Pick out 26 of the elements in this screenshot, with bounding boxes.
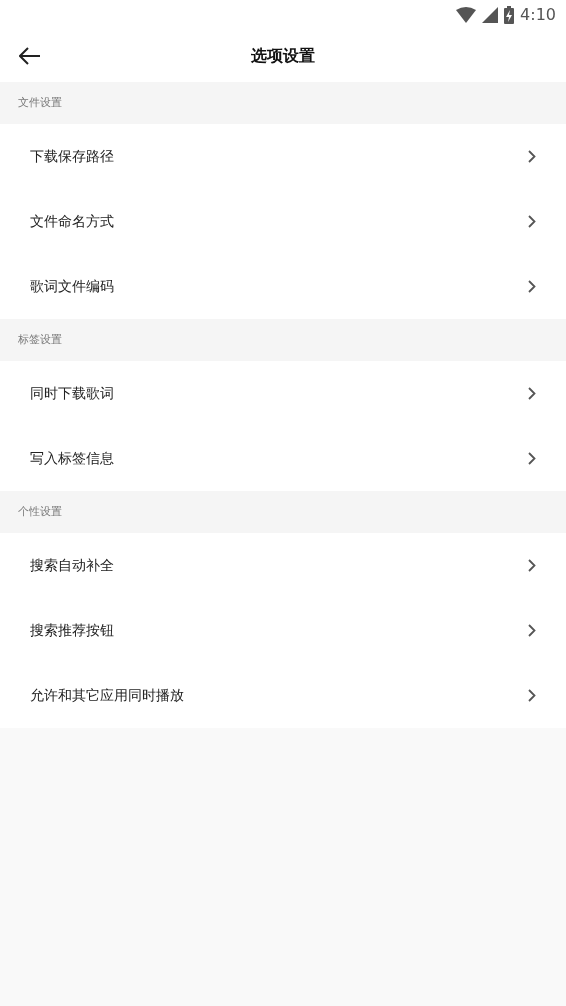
back-arrow-icon [19,47,41,65]
settings-item[interactable]: 搜索推荐按钮 [0,598,566,663]
settings-item[interactable]: 允许和其它应用同时播放 [0,663,566,728]
section-header: 标签设置 [18,331,62,348]
chevron-right-icon [528,689,536,702]
settings-item[interactable]: 歌词文件编码 [0,254,566,319]
chevron-right-icon [528,280,536,293]
chevron-right-icon [528,559,536,572]
settings-item[interactable]: 同时下载歌词 [0,361,566,426]
chevron-right-icon [528,215,536,228]
section-header: 个性设置 [18,503,62,520]
battery-charging-icon [504,6,515,24]
wifi-icon [456,7,477,23]
settings-item[interactable]: 搜索自动补全 [0,533,566,598]
section-header: 文件设置 [18,94,62,111]
back-button[interactable] [18,45,42,67]
chevron-right-icon [528,150,536,163]
settings-item[interactable]: 下载保存路径 [0,124,566,189]
chevron-right-icon [528,624,536,637]
page-title: 选项设置 [251,45,315,67]
chevron-right-icon [528,452,536,465]
signal-icon [482,7,499,23]
settings-item[interactable]: 文件命名方式 [0,189,566,254]
settings-item[interactable]: 写入标签信息 [0,426,566,491]
status-time: 4:10 [520,4,556,26]
chevron-right-icon [528,387,536,400]
